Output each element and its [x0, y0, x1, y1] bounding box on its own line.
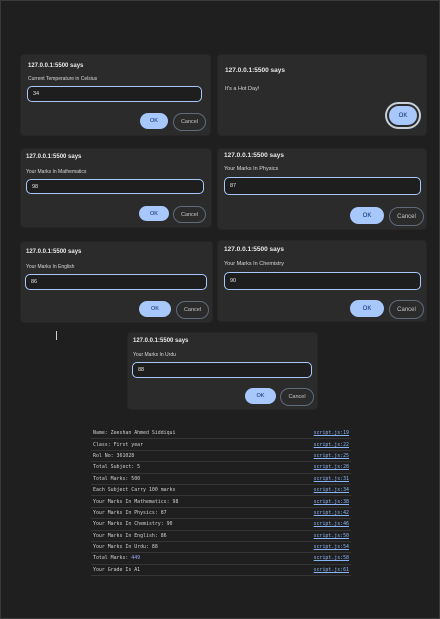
source-link[interactable]: script.js:58 — [314, 555, 349, 561]
source-link[interactable]: script.js:46 — [314, 521, 349, 527]
physics-prompt-dialog: 127.0.0.1:5500 says Your Marks In Physic… — [218, 149, 426, 229]
dialog-title: 127.0.0.1:5500 says — [133, 338, 189, 344]
hot-day-alert-dialog: 127.0.0.1:5500 says It's a Hot Day! OK — [218, 55, 426, 135]
english-prompt-dialog: 127.0.0.1:5500 says Your Marks In Englis… — [21, 242, 212, 322]
console-output: Name: Zeeshan Ahmed Siddiqui script.js:19… — [91, 428, 351, 577]
console-message: Rol No: 361028 — [93, 452, 135, 459]
console-number: 449 — [131, 555, 141, 562]
dialog-message: Your Marks In Urdu — [133, 352, 176, 358]
source-link[interactable]: script.js:25 — [314, 453, 349, 459]
console-row: Total Marks: 500 script.js:31 — [91, 474, 351, 485]
console-message: Your Marks In Physics: 87 — [93, 509, 167, 516]
console-row: Name: Zeeshan Ahmed Siddiqui script.js:19 — [91, 428, 351, 440]
console-row: Each Subject Carry 100 marks script.js:34 — [91, 485, 351, 497]
cancel-button[interactable]: Cancel — [176, 301, 209, 319]
ok-button[interactable]: OK — [140, 113, 168, 129]
dialog-title: 127.0.0.1:5500 says — [224, 152, 284, 159]
source-link[interactable]: script.js:42 — [314, 510, 349, 516]
console-row: Your Grade Is A1 script.js:61 — [91, 565, 351, 577]
cancel-button[interactable]: Cancel — [280, 388, 314, 406]
console-message: Total Subject: 5 — [93, 464, 141, 471]
ok-button[interactable]: OK — [139, 301, 171, 317]
chemistry-prompt-dialog: 127.0.0.1:5500 says Your Marks In Chemis… — [218, 241, 426, 321]
source-link[interactable]: script.js:54 — [314, 544, 349, 550]
cancel-button[interactable]: Cancel — [173, 206, 206, 223]
mathematics-input[interactable] — [26, 179, 204, 194]
console-message: Total Marks: 500 — [93, 475, 141, 482]
console-message: Each Subject Carry 100 marks — [93, 487, 176, 494]
cancel-button[interactable]: Cancel — [173, 113, 206, 131]
temperature-input[interactable] — [27, 86, 202, 102]
dialog-message: Your Marks In English — [26, 264, 75, 270]
console-row: Rol No: 361028 script.js:25 — [91, 451, 351, 463]
dialog-message: It's a Hot Day! — [225, 86, 260, 92]
source-link[interactable]: script.js:50 — [314, 533, 349, 539]
ok-button[interactable]: OK — [139, 206, 169, 221]
urdu-prompt-dialog: 127.0.0.1:5500 says Your Marks In Urdu O… — [128, 333, 317, 409]
console-row: Your Marks In Urdu: 88 script.js:54 — [91, 542, 351, 554]
console-message: Name: Zeeshan Ahmed Siddiqui — [93, 430, 176, 437]
ok-button[interactable]: OK — [350, 207, 384, 224]
dialog-title: 127.0.0.1:5500 says — [28, 63, 84, 69]
urdu-input[interactable] — [132, 362, 312, 378]
source-link[interactable]: script.js:61 — [314, 567, 349, 573]
ok-button[interactable]: OK — [350, 300, 384, 317]
dialog-title: 127.0.0.1:5500 says — [26, 249, 82, 255]
console-message: Your Grade Is A1 — [93, 566, 141, 573]
console-message: Your Marks In Urdu: 88 — [93, 544, 158, 551]
dialog-message: Your Marks In Mathematics — [26, 169, 87, 175]
temperature-prompt-dialog: 127.0.0.1:5500 says Current Temperature … — [21, 55, 210, 135]
console-message: Total Marks: 449 — [93, 555, 140, 561]
console-row: Your Marks In English: 86 script.js:50 — [91, 531, 351, 542]
console-message: Your Marks In Mathematics: 98 — [93, 498, 179, 505]
console-row: Your Marks In Mathematics: 98 script.js:3… — [91, 496, 351, 508]
source-link[interactable]: script.js:28 — [314, 464, 349, 470]
console-message-label: Total Marks: — [93, 555, 132, 562]
dialog-title: 127.0.0.1:5500 says — [224, 246, 284, 253]
source-link[interactable]: script.js:38 — [314, 499, 349, 505]
browser-page: 127.0.0.1:5500 says Current Temperature … — [0, 0, 440, 619]
dialog-message: Your Marks In Physics — [224, 166, 279, 172]
ok-button[interactable]: OK — [245, 388, 276, 404]
console-row: Your Marks In Physics: 87 script.js:42 — [91, 508, 351, 520]
text-cursor — [56, 331, 57, 340]
cancel-button[interactable]: Cancel — [389, 300, 424, 319]
console-row: Class: First year script.js:22 — [91, 439, 351, 451]
console-row: Your Marks In Chemistry: 90 script.js:46 — [91, 519, 351, 531]
source-link[interactable]: script.js:31 — [314, 476, 349, 482]
source-link[interactable]: script.js:19 — [314, 430, 349, 436]
dialog-title: 127.0.0.1:5500 says — [225, 67, 285, 74]
dialog-message: Your Marks In Chemistry — [224, 261, 285, 267]
console-row: Total Subject: 5 script.js:28 — [91, 462, 351, 474]
source-link[interactable]: script.js:22 — [314, 442, 349, 448]
ok-button[interactable]: OK — [389, 106, 417, 125]
dialog-message: Current Temperature in Celsius — [28, 76, 98, 82]
cancel-button[interactable]: Cancel — [389, 207, 424, 226]
console-row: Total Marks: 449 script.js:58 — [91, 553, 351, 565]
mathematics-prompt-dialog: 127.0.0.1:5500 says Your Marks In Mathem… — [21, 149, 211, 227]
console-message: Your Marks In Chemistry: 90 — [93, 521, 173, 528]
source-link[interactable]: script.js:34 — [314, 487, 349, 493]
english-input[interactable] — [25, 274, 207, 290]
console-message: Your Marks In English: 86 — [93, 532, 167, 539]
physics-input[interactable] — [224, 177, 421, 195]
console-message: Class: First year — [93, 441, 144, 448]
chemistry-input[interactable] — [224, 272, 421, 290]
dialog-title: 127.0.0.1:5500 says — [26, 154, 82, 160]
